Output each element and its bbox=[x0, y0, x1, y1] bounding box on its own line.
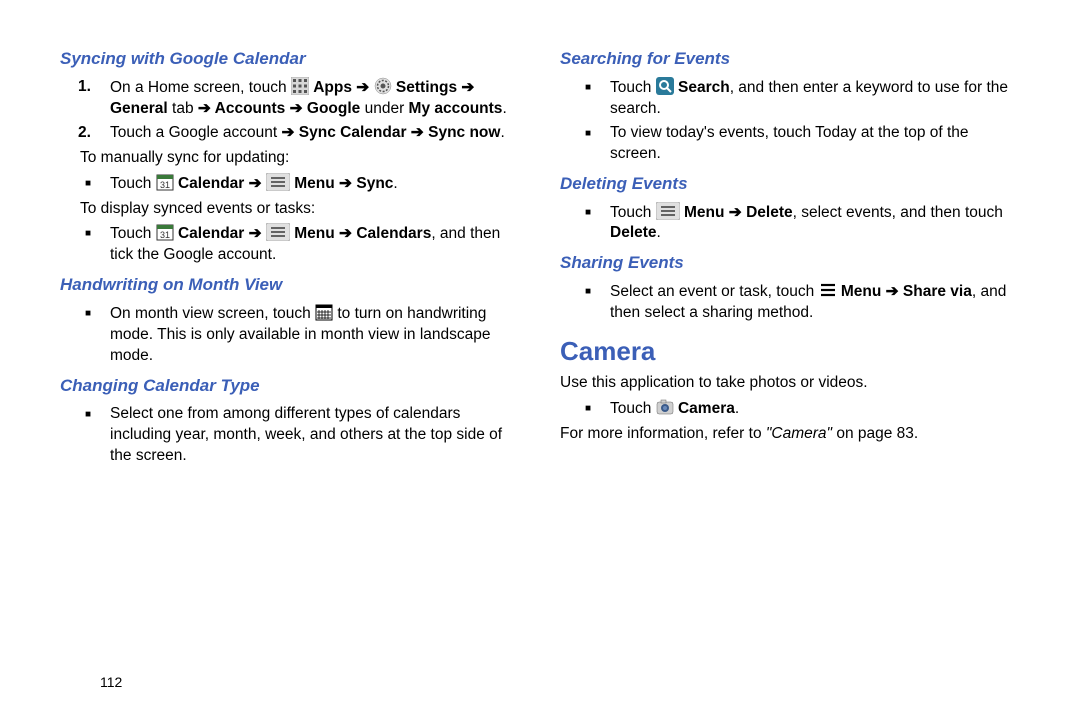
heading-sharing: Sharing Events bbox=[560, 252, 1020, 275]
right-column: Searching for Events Touch Search, and t… bbox=[560, 40, 1020, 471]
page-number: 112 bbox=[100, 673, 122, 692]
menu-icon bbox=[656, 202, 680, 220]
step-2: 2. Touch a Google account ➔ Sync Calenda… bbox=[110, 123, 520, 144]
calendar-icon bbox=[156, 223, 174, 241]
bullet-sync: Touch Calendar ➔ Menu ➔ Sync. bbox=[110, 173, 520, 195]
menu-lines-icon bbox=[819, 281, 837, 299]
camera-ref: For more information, refer to "Camera" … bbox=[560, 424, 1020, 445]
bullet-search: Touch Search, and then enter a keyword t… bbox=[610, 77, 1020, 120]
left-column: Syncing with Google Calendar 1. On a Hom… bbox=[60, 40, 520, 471]
para-manual-sync: To manually sync for updating: bbox=[80, 148, 520, 169]
bullet-handwriting: On month view screen, touch to turn on h… bbox=[110, 303, 520, 367]
camera-desc: Use this application to take photos or v… bbox=[560, 373, 1020, 394]
menu-icon bbox=[266, 173, 290, 191]
heading-camera: Camera bbox=[560, 334, 1020, 369]
bullet-caltype: Select one from among different types of… bbox=[110, 404, 520, 467]
heading-deleting: Deleting Events bbox=[560, 173, 1020, 196]
camera-icon bbox=[656, 398, 674, 416]
apps-icon bbox=[291, 77, 309, 95]
step-1: 1. On a Home screen, touch Apps ➔ Settin… bbox=[110, 77, 520, 120]
bullet-today: To view today's events, touch Today at t… bbox=[610, 123, 1020, 165]
bullet-share: Select an event or task, touch Menu ➔ Sh… bbox=[610, 281, 1020, 324]
menu-icon bbox=[266, 223, 290, 241]
para-display-synced: To display synced events or tasks: bbox=[80, 199, 520, 220]
heading-syncing: Syncing with Google Calendar bbox=[60, 48, 520, 71]
bullet-camera: Touch Camera. bbox=[610, 398, 1020, 420]
handwriting-icon bbox=[315, 303, 333, 321]
heading-handwriting: Handwriting on Month View bbox=[60, 274, 520, 297]
settings-icon bbox=[374, 77, 392, 95]
bullet-calendars: Touch Calendar ➔ Menu ➔ Calendars, and t… bbox=[110, 223, 520, 266]
bullet-delete: Touch Menu ➔ Delete, select events, and … bbox=[610, 202, 1020, 245]
calendar-icon bbox=[156, 173, 174, 191]
heading-caltype: Changing Calendar Type bbox=[60, 375, 520, 398]
heading-searching: Searching for Events bbox=[560, 48, 1020, 71]
search-icon bbox=[656, 77, 674, 95]
